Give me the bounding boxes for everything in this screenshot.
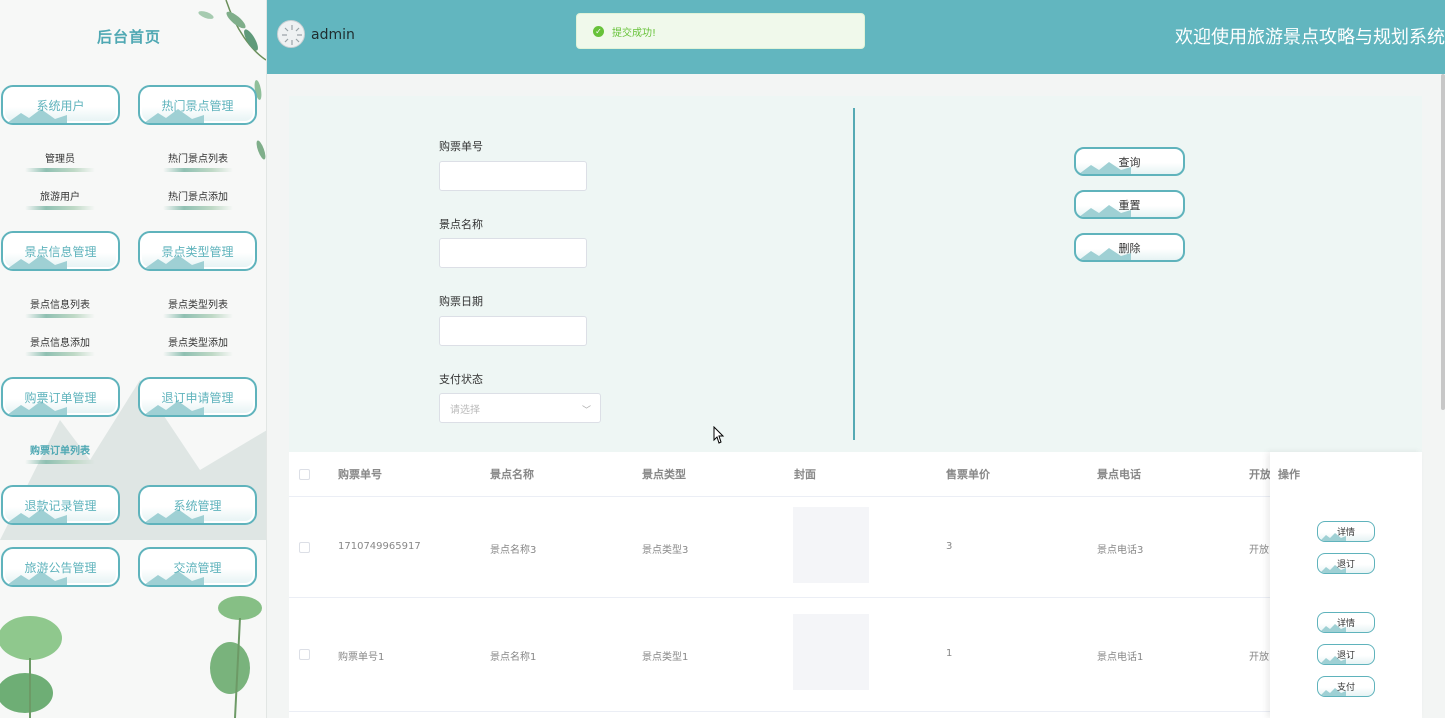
welcome-title: 欢迎使用旅游景点攻略与规划系统 bbox=[1175, 27, 1445, 48]
pay-status-label: 支付状态 bbox=[439, 373, 483, 386]
col-spot-type: 景点类型 bbox=[642, 468, 686, 481]
menu-refund-requests[interactable]: 退订申请管理 bbox=[138, 377, 257, 417]
order-no-label: 购票单号 bbox=[439, 140, 483, 153]
loading-spinner-icon bbox=[282, 25, 302, 45]
cell-price: 3 bbox=[946, 541, 953, 552]
cover-image bbox=[793, 614, 869, 690]
purchase-date-input[interactable] bbox=[439, 316, 587, 346]
spot-name-input[interactable] bbox=[439, 238, 587, 268]
cell-price: 1 bbox=[946, 648, 953, 659]
page-scrollbar[interactable] bbox=[1441, 74, 1445, 410]
spot-name-label: 景点名称 bbox=[439, 218, 483, 231]
menu-hot-spot-list[interactable]: 热门景点列表 bbox=[143, 150, 253, 172]
menu-spot-type-add[interactable]: 景点类型添加 bbox=[143, 334, 253, 356]
col-price: 售票单价 bbox=[946, 468, 990, 481]
menu-communication[interactable]: 交流管理 bbox=[138, 547, 257, 587]
detail-button[interactable]: 详情 bbox=[1317, 521, 1375, 542]
select-all-checkbox[interactable] bbox=[299, 469, 310, 480]
menu-hot-spot-add[interactable]: 热门景点添加 bbox=[143, 188, 253, 210]
cell-open: 开放 bbox=[1249, 652, 1269, 663]
row-checkbox[interactable] bbox=[299, 542, 310, 553]
menu-system-users[interactable]: 系统用户 bbox=[1, 85, 120, 125]
cell-phone: 景点电话3 bbox=[1097, 545, 1144, 556]
menu-admin[interactable]: 管理员 bbox=[5, 150, 115, 172]
col-open: 开放 bbox=[1249, 468, 1271, 481]
menu-announcements[interactable]: 旅游公告管理 bbox=[1, 547, 120, 587]
orders-table: 购票单号 景点名称 景点类型 封面 售票单价 景点电话 开放 171074996… bbox=[289, 452, 1422, 718]
menu-spot-info[interactable]: 景点信息管理 bbox=[1, 231, 120, 271]
detail-button[interactable]: 详情 bbox=[1317, 612, 1375, 633]
unsubscribe-button[interactable]: 退订 bbox=[1317, 553, 1375, 574]
menu-refund-records[interactable]: 退款记录管理 bbox=[1, 485, 120, 525]
cover-image bbox=[793, 507, 869, 583]
check-circle-icon: ✓ bbox=[593, 25, 604, 37]
delete-button[interactable]: 删除 bbox=[1074, 233, 1185, 262]
cell-spot-name: 景点名称3 bbox=[490, 545, 537, 556]
row-checkbox[interactable] bbox=[299, 649, 310, 660]
col-spot-name: 景点名称 bbox=[490, 468, 534, 481]
menu-spot-info-list[interactable]: 景点信息列表 bbox=[5, 296, 115, 318]
menu-spot-info-add[interactable]: 景点信息添加 bbox=[5, 334, 115, 356]
menu-ticket-orders[interactable]: 购票订单管理 bbox=[1, 377, 120, 417]
table-row: 购票单号1 景点名称1 景点类型1 1 景点电话1 开放 bbox=[289, 598, 1422, 712]
cell-spot-type: 景点类型1 bbox=[642, 652, 689, 663]
pay-button[interactable]: 支付 bbox=[1317, 676, 1375, 697]
col-cover: 封面 bbox=[794, 468, 816, 481]
success-toast: ✓ 提交成功! bbox=[576, 13, 865, 49]
mouse-cursor-icon bbox=[713, 426, 725, 444]
cell-spot-name: 景点名称1 bbox=[490, 652, 537, 663]
avatar[interactable] bbox=[277, 20, 305, 48]
reset-button[interactable]: 重置 bbox=[1074, 190, 1185, 219]
menu-system-manage[interactable]: 系统管理 bbox=[138, 485, 257, 525]
col-actions: 操作 bbox=[1278, 468, 1300, 481]
cell-order-no: 1710749965917 bbox=[338, 541, 421, 552]
cell-open: 开放 bbox=[1249, 545, 1269, 556]
menu-spot-type[interactable]: 景点类型管理 bbox=[138, 231, 257, 271]
cell-phone: 景点电话1 bbox=[1097, 652, 1144, 663]
sidebar: 后台首页 系统用户 热门景点管理 管理员 热门景点列表 旅游用户 热门景点添加 … bbox=[0, 0, 267, 718]
actions-column: 操作 详情 退订 详情 退订 支付 bbox=[1270, 452, 1422, 718]
lotus-decoration bbox=[0, 596, 262, 718]
toast-message: 提交成功! bbox=[612, 27, 657, 39]
cell-order-no: 购票单号1 bbox=[338, 652, 385, 663]
pay-status-select[interactable]: 请选择 ﹀ bbox=[439, 393, 601, 423]
cell-spot-type: 景点类型3 bbox=[642, 545, 689, 556]
panel-divider bbox=[853, 108, 855, 440]
chevron-down-icon: ﹀ bbox=[581, 406, 591, 416]
menu-travel-users[interactable]: 旅游用户 bbox=[5, 188, 115, 210]
unsubscribe-button[interactable]: 退订 bbox=[1317, 644, 1375, 665]
col-phone: 景点电话 bbox=[1097, 468, 1141, 481]
purchase-date-label: 购票日期 bbox=[439, 295, 483, 308]
query-button[interactable]: 查询 bbox=[1074, 147, 1185, 176]
table-row: 1710749965917 景点名称3 景点类型3 3 景点电话3 开放 bbox=[289, 497, 1422, 598]
menu-ticket-order-list[interactable]: 购票订单列表 bbox=[5, 442, 115, 464]
menu-hot-spots[interactable]: 热门景点管理 bbox=[138, 85, 257, 125]
search-panel: 购票单号 景点名称 购票日期 支付状态 请选择 ﹀ 查询 重置 删除 bbox=[289, 96, 1422, 452]
username: admin bbox=[311, 27, 355, 43]
order-no-input[interactable] bbox=[439, 161, 587, 191]
dashboard-home-link[interactable]: 后台首页 bbox=[0, 26, 258, 47]
menu-spot-type-list[interactable]: 景点类型列表 bbox=[143, 296, 253, 318]
col-order-no: 购票单号 bbox=[338, 468, 382, 481]
